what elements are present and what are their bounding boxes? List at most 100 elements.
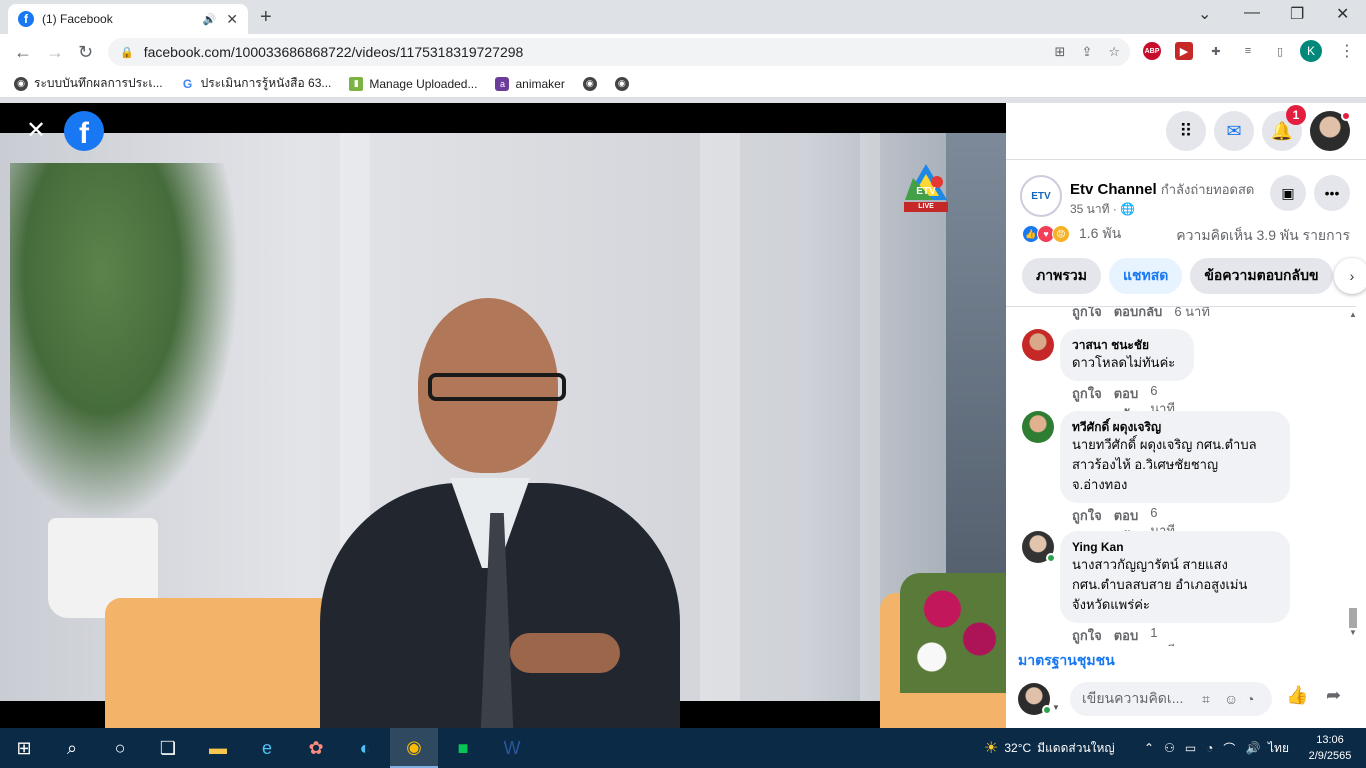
system-clock[interactable]: 13:06 2/9/2565 [1300,732,1360,764]
community-standards-link[interactable]: มาตรฐานชุมชน [1018,650,1115,672]
close-tab-icon[interactable]: ✕ [226,11,238,28]
live-chat-list[interactable]: ถูกใจ ตอบกลับ 6 นาที วาสนา ชนะชัย ดาวโหล… [1006,306,1356,646]
video-player[interactable]: ETV LIVE [0,103,1006,728]
like-link[interactable]: ถูกใจ [1072,625,1102,646]
translate-icon[interactable]: ⊞ [1055,44,1066,60]
gif-icon[interactable]: ⌗ [1202,691,1210,708]
chrome-icon[interactable]: ◉ [390,728,438,768]
commenter-name[interactable]: วาสนา ชนะชัย [1072,337,1182,353]
reaction-count: 1.6 พัน [1079,225,1122,241]
lock-icon[interactable]: 🔒 [120,46,134,59]
comment-placeholder: เขียนความคิดเ... [1082,690,1184,706]
edge-browser-icon[interactable]: ◐ [341,728,389,768]
channel-avatar[interactable]: ETV [1020,175,1062,217]
word-app-icon[interactable]: W [488,728,536,768]
line-app-icon[interactable]: ■ [439,728,487,768]
emoji-icon[interactable]: ☺ [1224,691,1238,707]
commenter-name[interactable]: Ying Kan [1072,539,1278,555]
windows-start-icon[interactable]: ⊞ [0,728,48,768]
tab-overview[interactable]: ภาพรวม [1022,258,1101,294]
bookmark-item[interactable]: ◉ [614,76,629,91]
more-options-button[interactable]: ••• [1314,175,1350,211]
bookmark-star-icon[interactable]: ☆ [1108,44,1120,60]
comment-text: กศน.ตำบลสบสาย อำเภอสูงเม่น [1072,577,1248,592]
reload-button[interactable]: ↻ [78,42,93,63]
comment-input[interactable]: เขียนความคิดเ... ⌗ ☺ ◔ [1070,682,1272,716]
speaker-icon[interactable]: 🔊 [203,13,217,26]
battery-icon[interactable]: ▭ [1185,741,1196,755]
scroll-up-icon[interactable]: ▲ [1349,310,1357,319]
bookmark-item[interactable]: G ประเมินการรู้หนังสือ 63... [181,74,331,93]
video-side-panel: ⠿ ✉ 🔔 1 ETV Etv Channel กำลังถ่ายทอดสด 3… [1006,103,1366,728]
network-icon[interactable]: ◔ [1206,741,1213,755]
wifi-icon[interactable]: ⌒ [1223,740,1235,757]
language-indicator[interactable]: ไทย [1268,728,1289,768]
scroll-thumb[interactable] [1349,608,1357,628]
bookmark-label: Manage Uploaded... [369,76,478,91]
caret-down-icon[interactable]: ▼ [1052,703,1060,712]
chevron-up-icon[interactable]: ⌃ [1144,741,1154,755]
sticker-icon[interactable]: ◔ [1246,691,1254,707]
address-bar[interactable]: 🔒 facebook.com/100033686868722/videos/11… [108,38,1130,66]
avatar[interactable] [1022,411,1054,443]
angry-reaction-icon: 😡 [1052,225,1070,243]
avatar[interactable] [1022,329,1054,361]
tab-replies[interactable]: ข้อความตอบกลับข [1190,258,1333,294]
media-control-icon[interactable]: ≡ [1239,42,1257,60]
adblock-icon[interactable]: ABP [1143,42,1161,60]
paint-app-icon[interactable]: ✿ [292,728,340,768]
reply-link[interactable]: ตอบกลับ [1114,307,1163,322]
share-icon[interactable]: ⇪ [1081,44,1092,60]
bookmark-item[interactable]: ▮ Manage Uploaded... [349,76,478,91]
side-panel-icon[interactable]: ▯ [1271,42,1289,60]
forward-button[interactable]: → [46,42,64,63]
task-view-icon[interactable]: ❏ [144,728,192,768]
scroll-down-icon[interactable]: ▼ [1349,628,1357,637]
new-tab-button[interactable]: + [260,6,272,29]
bookmark-item[interactable]: ◉ ระบบบันทึกผลการประเ... [14,74,163,93]
channel-name[interactable]: Etv Channel [1070,181,1157,198]
close-window-button[interactable]: ✕ [1336,4,1349,24]
bookmark-item[interactable]: a animaker [495,76,565,91]
chat-scrollbar[interactable]: ▲ ▼ [1346,308,1360,638]
weather-widget[interactable]: ☀ 32°C มีแดดส่วนใหญ่ [984,728,1115,768]
extensions-puzzle-icon[interactable]: ✚ [1207,42,1225,60]
commenter-name[interactable]: ทวีศักดิ์ ผดุงเจริญ [1072,419,1278,435]
comment-bubble: ทวีศักดิ์ ผดุงเจริญ นายทวีศักดิ์ ผดุงเจร… [1060,411,1290,503]
close-video-button[interactable]: ✕ [22,116,50,144]
comment-actions: ถูกใจ ตอบกลับ 6 นาที [1072,307,1210,322]
profile-avatar[interactable]: K [1300,40,1322,62]
facebook-logo-icon[interactable]: f [64,111,104,151]
video-ext-icon[interactable]: ▶ [1175,42,1193,60]
menu-kebab-icon[interactable]: ⋮ [1338,42,1356,60]
reactions[interactable]: 👍 ♥ 😡 1.6 พัน [1022,223,1121,245]
like-link[interactable]: ถูกใจ [1072,307,1102,322]
minimize-button[interactable]: — [1244,4,1260,22]
back-button[interactable]: ← [14,42,32,63]
people-icon[interactable]: ⚇ [1164,741,1175,755]
comment-count[interactable]: ความคิดเห็น 3.9 พัน รายการ [1176,225,1350,247]
cortana-icon[interactable]: ○ [96,728,144,768]
reply-link[interactable]: ตอบกลับ [1114,625,1139,646]
comment-actions: ถูกใจ ตอบกลับ 1 นาที [1072,625,1175,646]
post-time: 35 นาที · 🌐 [1070,200,1135,219]
file-explorer-icon[interactable]: ▬ [194,728,242,768]
comment-time: 1 นาที [1150,625,1175,646]
video-frame [0,133,1006,728]
menu-grid-icon[interactable]: ⠿ [1166,111,1206,151]
restore-button[interactable]: ❐ [1290,4,1304,24]
internet-explorer-icon[interactable]: e [243,728,291,768]
search-icon[interactable]: ⌕ [48,728,96,768]
messenger-icon[interactable]: ✉ [1214,111,1254,151]
tab-live-chat[interactable]: แชทสด [1108,258,1183,294]
globe-icon: ◉ [14,76,28,91]
tab-search-icon[interactable]: ⌄ [1198,4,1211,24]
volume-icon[interactable]: 🔊 [1245,741,1260,755]
save-video-button[interactable]: ▣ [1270,175,1306,211]
weather-desc: มีแดดส่วนใหญ่ [1037,740,1115,755]
like-thumb-icon[interactable]: 👍 [1286,685,1308,706]
bookmark-item[interactable]: ◉ [582,76,597,91]
browser-tab[interactable]: f (1) Facebook 🔊 ✕ [8,4,248,34]
chevron-right-icon[interactable]: › [1334,258,1366,294]
share-arrow-icon[interactable]: ➦ [1326,685,1341,706]
